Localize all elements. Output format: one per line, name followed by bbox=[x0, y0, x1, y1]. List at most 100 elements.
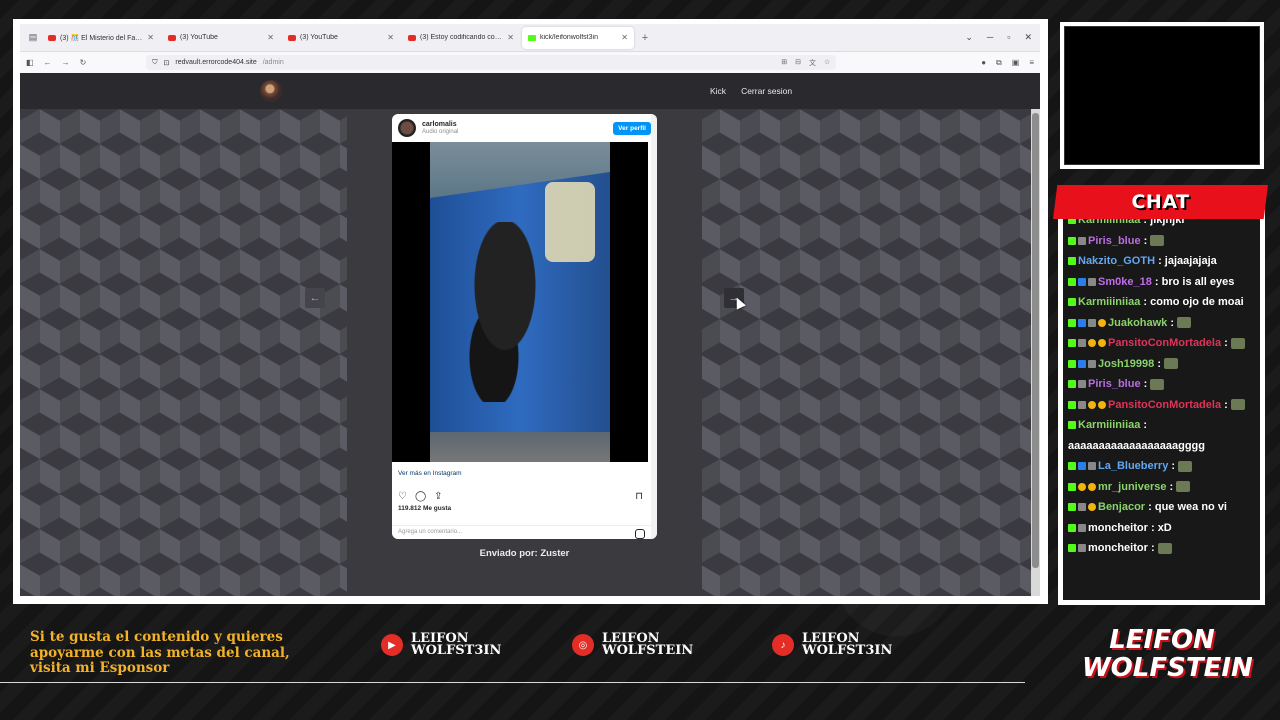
sent-by-label: Enviado por: Zuster bbox=[479, 548, 570, 559]
url-actions: ⊞ ⊟ 文 ☆ bbox=[781, 58, 830, 68]
chat-username[interactable]: Karmiiiniiaa bbox=[1078, 296, 1140, 308]
chat-username[interactable]: Josh19998 bbox=[1098, 358, 1154, 370]
emote-icon bbox=[1177, 317, 1192, 329]
chat-message: moncheitor : xD bbox=[1068, 518, 1257, 539]
url-bar[interactable]: ⛉ ⊡ redvault.errorcode404.site/admin ⊞ ⊟… bbox=[146, 55, 837, 70]
chat-username[interactable]: PansitoConMortadela bbox=[1108, 399, 1221, 411]
gold-badge-icon bbox=[1088, 339, 1096, 348]
heart-icon[interactable]: ♡ bbox=[398, 491, 407, 502]
reader-icon[interactable]: ⊞ bbox=[781, 58, 787, 68]
close-icon[interactable]: ✕ bbox=[147, 33, 154, 42]
addon-icon[interactable]: ▣ bbox=[1012, 58, 1020, 68]
chat-message: moncheitor : bbox=[1068, 538, 1257, 559]
sidebar-icon[interactable]: ◧ bbox=[26, 58, 34, 67]
close-icon[interactable]: ✕ bbox=[507, 33, 514, 42]
close-window-button[interactable]: ✕ bbox=[1024, 32, 1032, 43]
comment-placeholder: Agrega un comentario... bbox=[398, 529, 463, 535]
prev-arrow-button[interactable]: ← bbox=[305, 288, 325, 308]
chat-username[interactable]: Sm0ke_18 bbox=[1098, 276, 1152, 288]
avatar[interactable] bbox=[398, 119, 416, 137]
reload-button[interactable]: ↻ bbox=[80, 58, 87, 67]
chat-banner: CHAT bbox=[1053, 185, 1268, 219]
gray-badge-icon bbox=[1088, 359, 1096, 368]
chat-username[interactable]: mr_juniverse bbox=[1098, 481, 1166, 493]
kick-badge-icon bbox=[1068, 462, 1076, 471]
post-username[interactable]: carlomalis bbox=[422, 121, 458, 129]
tab-4[interactable]: (3) Estoy codificando con micro ✕ bbox=[402, 27, 520, 49]
screen-capture-frame: ▤ (3) 🎊 El Misterio del Faro de F ✕ (3) … bbox=[13, 19, 1048, 604]
kick-badge-icon bbox=[1068, 339, 1076, 348]
nav-link-kick[interactable]: Kick bbox=[710, 86, 726, 96]
chat-username[interactable]: moncheitor bbox=[1088, 542, 1148, 554]
shield-icon: ⛉ bbox=[152, 58, 158, 66]
bookmark-icon[interactable]: ⊓ bbox=[635, 491, 643, 502]
chat-text: xD bbox=[1157, 521, 1172, 534]
translate-icon[interactable]: 文 bbox=[809, 58, 816, 68]
chat-username[interactable]: Juakohawk bbox=[1108, 317, 1167, 329]
site-logo[interactable] bbox=[260, 80, 282, 102]
tab-list-icon[interactable]: ▤ bbox=[24, 32, 42, 43]
close-icon[interactable]: ✕ bbox=[621, 33, 628, 42]
tab-title: (3) 🎊 El Misterio del Faro de F bbox=[60, 34, 143, 42]
kick-badge-icon bbox=[1068, 400, 1076, 409]
post-user-block: carlomalis Audio original bbox=[422, 121, 458, 135]
close-icon[interactable]: ✕ bbox=[267, 33, 274, 42]
youtube-icon bbox=[168, 34, 176, 41]
back-button[interactable]: ← bbox=[44, 58, 52, 67]
chat-message: Juakohawk : bbox=[1068, 313, 1257, 334]
chat-username[interactable]: Benjacor bbox=[1098, 501, 1145, 513]
account-icon[interactable]: ● bbox=[981, 58, 986, 68]
menu-icon[interactable]: ≡ bbox=[1029, 58, 1034, 68]
gray-badge-icon bbox=[1078, 339, 1086, 348]
gray-badge-icon bbox=[1078, 544, 1086, 553]
chat-text: bro is all eyes bbox=[1161, 275, 1235, 288]
screenshot-icon[interactable]: ⊟ bbox=[795, 58, 801, 68]
chat-text: jajaajajaja bbox=[1164, 255, 1217, 267]
chat-username[interactable]: Piris_blue bbox=[1088, 378, 1141, 390]
chevron-down-icon[interactable]: ⌄ bbox=[965, 32, 973, 43]
post-audio[interactable]: Audio original bbox=[422, 129, 458, 135]
tab-1[interactable]: (3) 🎊 El Misterio del Faro de F ✕ bbox=[42, 27, 160, 49]
close-icon[interactable]: ✕ bbox=[387, 33, 394, 42]
gray-badge-icon bbox=[1088, 277, 1096, 286]
view-profile-button[interactable]: Ver perfil bbox=[613, 121, 651, 135]
chat-username[interactable]: Piris_blue bbox=[1088, 235, 1141, 247]
chat-username[interactable]: Nakzito_GOTH bbox=[1078, 255, 1155, 267]
kick-badge-icon bbox=[1068, 257, 1076, 266]
video-frame bbox=[430, 142, 610, 462]
maximize-button[interactable]: ▫ bbox=[1007, 32, 1010, 43]
view-more-link[interactable]: Ver más en Instagram bbox=[392, 462, 657, 477]
bottom-divider bbox=[0, 682, 1025, 683]
bookmark-star-icon[interactable]: ☆ bbox=[824, 58, 830, 68]
lock-icon: ⊡ bbox=[163, 59, 170, 67]
chat-username[interactable]: Karmiiiniiaa bbox=[1078, 419, 1140, 431]
forward-button[interactable]: → bbox=[62, 58, 70, 67]
kick-badge-icon bbox=[1068, 236, 1076, 245]
video-bag-shape bbox=[545, 182, 595, 262]
chat-title: CHAT bbox=[1131, 191, 1190, 213]
post-video[interactable] bbox=[392, 142, 648, 462]
chat-username[interactable]: La_Blueberry bbox=[1098, 460, 1168, 472]
extensions-icon[interactable]: ⧉ bbox=[996, 58, 1002, 68]
brand-logo: LEIFON WOLFSTEIN bbox=[1082, 626, 1253, 682]
chat-message: Piris_blue : bbox=[1068, 374, 1257, 395]
gray-badge-icon bbox=[1078, 523, 1086, 532]
comment-input[interactable]: Agrega un comentario... bbox=[392, 525, 651, 539]
chat-username[interactable]: moncheitor bbox=[1088, 522, 1148, 534]
share-icon[interactable]: ⇪ bbox=[434, 491, 442, 502]
instagram-icon[interactable] bbox=[635, 529, 645, 539]
chat-separator: : bbox=[1221, 337, 1231, 349]
webcam-area bbox=[1064, 26, 1260, 165]
embed-scrollbar[interactable] bbox=[651, 114, 657, 539]
chat-username[interactable]: PansitoConMortadela bbox=[1108, 337, 1221, 349]
new-tab-button[interactable]: + bbox=[636, 32, 654, 44]
webpage: Kick Cerrar sesion ← carlomalis Audio or… bbox=[20, 73, 1040, 596]
social-youtube: ▶ LEIFON WOLFST3IN bbox=[381, 632, 501, 657]
tab-2[interactable]: (3) YouTube ✕ bbox=[162, 27, 280, 49]
minimize-button[interactable]: ─ bbox=[987, 32, 993, 43]
comment-icon[interactable]: ◯ bbox=[415, 491, 426, 502]
page-scrollbar-thumb[interactable] bbox=[1032, 113, 1039, 568]
nav-link-logout[interactable]: Cerrar sesion bbox=[741, 86, 792, 96]
tab-3[interactable]: (3) YouTube ✕ bbox=[282, 27, 400, 49]
tab-5-active[interactable]: kick/leifonwolfst3in ✕ bbox=[522, 26, 634, 49]
